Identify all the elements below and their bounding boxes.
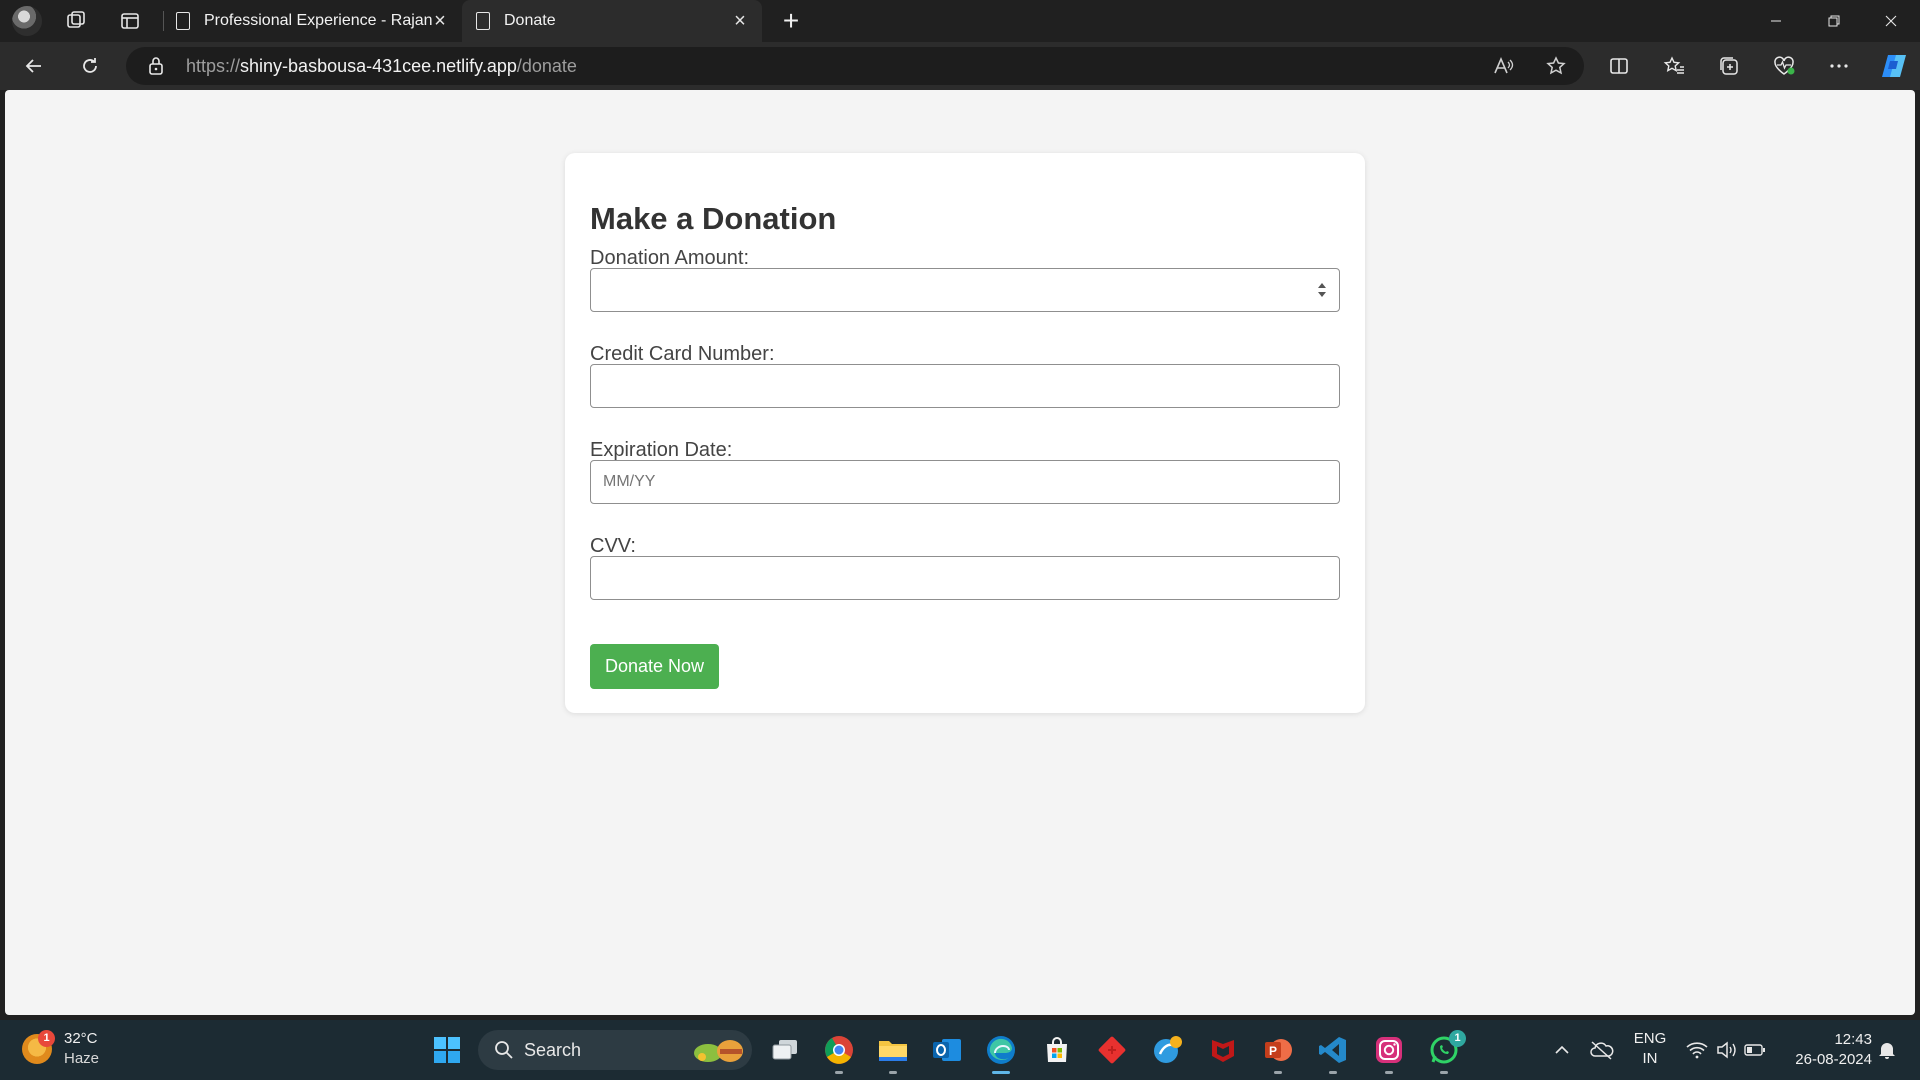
new-tab-button[interactable]: +	[776, 6, 806, 36]
refresh-button[interactable]	[74, 50, 106, 82]
tab-actions-icon[interactable]	[118, 9, 142, 33]
whatsapp-icon[interactable]: 1	[1427, 1030, 1466, 1074]
address-bar[interactable]: https://shiny-basbousa-431cee.netlify.ap…	[126, 47, 1584, 85]
notifications-bell-icon[interactable]	[1870, 1033, 1904, 1067]
minimize-button[interactable]	[1747, 0, 1805, 42]
wifi-icon	[1686, 1042, 1708, 1059]
mcafee-icon[interactable]	[1206, 1033, 1240, 1067]
running-indicator	[992, 1071, 1010, 1074]
close-icon[interactable]: ×	[430, 11, 450, 31]
chrome-icon[interactable]	[822, 1033, 856, 1074]
back-button[interactable]	[18, 50, 50, 82]
outlook-icon[interactable]	[930, 1033, 964, 1067]
clock-time: 12:43	[1834, 1031, 1872, 1048]
url-text: https://shiny-basbousa-431cee.netlify.ap…	[186, 56, 577, 76]
app-icon[interactable]	[1151, 1033, 1185, 1067]
svg-text:P: P	[1269, 1044, 1277, 1058]
read-aloud-icon[interactable]	[1488, 50, 1520, 82]
tab-donate[interactable]: Donate ×	[462, 0, 762, 42]
cvv-label: CVV:	[590, 535, 636, 557]
favorites-icon[interactable]	[1658, 50, 1690, 82]
donate-now-button[interactable]: Donate Now	[590, 644, 719, 689]
credit-card-label: Credit Card Number:	[590, 343, 775, 365]
start-button[interactable]	[430, 1033, 464, 1067]
region-code: IN	[1642, 1050, 1658, 1067]
edge-icon[interactable]	[984, 1033, 1018, 1074]
favorite-star-icon[interactable]	[1540, 50, 1572, 82]
powerpoint-icon[interactable]: P	[1261, 1033, 1295, 1074]
select-arrows-icon	[1318, 283, 1326, 297]
collections-icon[interactable]	[1713, 50, 1745, 82]
close-icon[interactable]: ×	[730, 11, 750, 31]
credit-card-input[interactable]	[590, 364, 1340, 408]
windows-icon	[434, 1037, 460, 1063]
task-view-icon[interactable]	[768, 1033, 802, 1067]
donation-amount-select[interactable]	[590, 268, 1340, 312]
taskbar: 1 32°C Haze Search P 1 ENG IN 12:43 26-0…	[0, 1020, 1920, 1080]
donation-form: Make a Donation Donation Amount: Credit …	[565, 153, 1365, 713]
profile-avatar[interactable]	[12, 6, 42, 36]
donation-amount-label: Donation Amount:	[590, 247, 749, 269]
tab-title: Donate	[504, 12, 556, 29]
more-icon[interactable]	[1823, 50, 1855, 82]
taskbar-search[interactable]: Search	[478, 1030, 752, 1070]
cvv-input[interactable]	[590, 556, 1340, 600]
search-label: Search	[524, 1040, 582, 1060]
tab-professional-experience[interactable]: Professional Experience - Rajan ×	[160, 0, 462, 42]
running-indicator	[1385, 1071, 1393, 1074]
page-icon	[476, 12, 490, 30]
store-icon[interactable]	[1040, 1033, 1074, 1067]
weather-badge: 1	[38, 1030, 55, 1047]
browser-toolbar: https://shiny-basbousa-431cee.netlify.ap…	[0, 42, 1920, 90]
lock-icon[interactable]	[148, 56, 164, 81]
running-indicator	[889, 1071, 897, 1074]
tab-strip: Professional Experience - Rajan × Donate…	[0, 0, 1920, 42]
running-indicator	[1274, 1071, 1282, 1074]
split-screen-icon[interactable]	[1603, 50, 1635, 82]
running-indicator	[1329, 1071, 1337, 1074]
copilot-icon[interactable]	[1878, 50, 1910, 82]
language-code: ENG	[1633, 1030, 1667, 1047]
vscode-icon[interactable]	[1316, 1033, 1350, 1074]
instagram-icon[interactable]	[1372, 1033, 1406, 1074]
language-indicator[interactable]: ENG IN	[1628, 1030, 1672, 1067]
running-indicator	[835, 1071, 843, 1074]
running-indicator	[1440, 1071, 1448, 1074]
git-icon[interactable]	[1095, 1033, 1129, 1067]
whatsapp-badge: 1	[1449, 1030, 1466, 1047]
page-title: Make a Donation	[590, 201, 837, 236]
weather-temperature: 32°C	[64, 1030, 98, 1047]
search-icon	[495, 1041, 513, 1059]
tab-title: Professional Experience - Rajan	[204, 12, 433, 29]
expiration-date-label: Expiration Date:	[590, 439, 733, 461]
quick-settings[interactable]	[1680, 1033, 1772, 1067]
workspaces-icon[interactable]	[64, 9, 88, 33]
page-icon	[176, 12, 190, 30]
expiration-date-input[interactable]	[590, 460, 1340, 504]
clock-date: 26-08-2024	[1795, 1051, 1872, 1068]
battery-icon	[1744, 1044, 1765, 1056]
heart-pulse-icon[interactable]	[1768, 50, 1800, 82]
restore-button[interactable]	[1805, 0, 1863, 42]
weather-condition: Haze	[64, 1050, 100, 1067]
volume-icon	[1717, 1041, 1736, 1059]
clock[interactable]: 12:43 26-08-2024	[1784, 1031, 1872, 1068]
page-viewport: Make a Donation Donation Amount: Credit …	[5, 90, 1915, 1015]
search-highlight-icon	[694, 1040, 743, 1062]
close-window-button[interactable]	[1862, 0, 1920, 42]
chevron-up-icon[interactable]	[1545, 1033, 1579, 1067]
file-explorer-icon[interactable]	[876, 1033, 910, 1074]
onedrive-offline-icon[interactable]	[1585, 1033, 1619, 1067]
